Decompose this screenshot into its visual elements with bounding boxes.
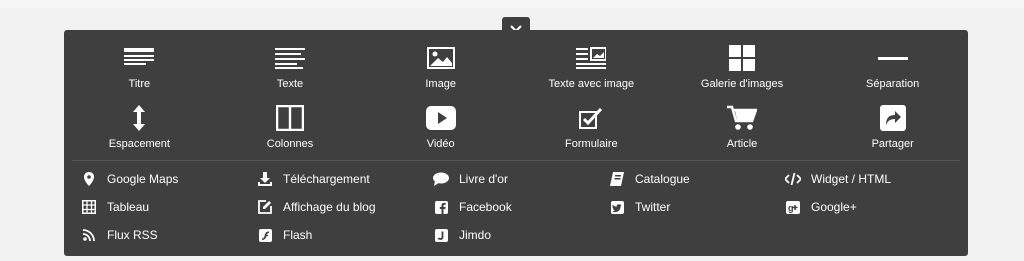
speech-bubble-icon bbox=[432, 171, 450, 187]
tile-partager[interactable]: Partager bbox=[817, 104, 968, 152]
map-pin-icon bbox=[80, 171, 98, 187]
twitter-icon bbox=[608, 199, 626, 215]
link-flash[interactable]: Flash bbox=[256, 226, 432, 244]
tile-titre[interactable]: Titre bbox=[64, 44, 215, 92]
link-affichage-blog[interactable]: Affichage du blog bbox=[256, 198, 432, 216]
tile-label: Image bbox=[425, 78, 456, 90]
link-telechargement[interactable]: Téléchargement bbox=[256, 170, 432, 188]
tile-label: Espacement bbox=[108, 138, 170, 150]
tile-label: Galerie d'images bbox=[700, 78, 784, 90]
spacing-icon bbox=[122, 104, 156, 132]
link-flux-rss[interactable]: Flux RSS bbox=[80, 226, 256, 244]
link-label: Catalogue bbox=[635, 172, 690, 186]
tile-video[interactable]: Vidéo bbox=[365, 104, 516, 152]
download-icon bbox=[256, 171, 274, 187]
link-label: Google+ bbox=[811, 200, 857, 214]
link-label: Widget / HTML bbox=[811, 172, 892, 186]
tile-label: Colonnes bbox=[266, 138, 314, 150]
link-label: Téléchargement bbox=[283, 172, 370, 186]
link-google-plus[interactable]: g Google+ bbox=[784, 198, 960, 216]
link-label: Tableau bbox=[107, 200, 150, 214]
tile-label: Formulaire bbox=[565, 138, 618, 150]
link-twitter[interactable]: Twitter bbox=[608, 198, 784, 216]
video-icon bbox=[424, 104, 458, 132]
link-label: Livre d'or bbox=[459, 172, 508, 186]
link-label: Flash bbox=[283, 228, 313, 242]
link-facebook[interactable]: Facebook bbox=[432, 198, 608, 216]
link-catalogue[interactable]: Catalogue bbox=[608, 170, 784, 188]
link-google-maps[interactable]: Google Maps bbox=[80, 170, 256, 188]
title-icon bbox=[122, 44, 156, 72]
tile-formulaire[interactable]: Formulaire bbox=[516, 104, 667, 152]
edit-icon bbox=[256, 199, 274, 215]
rss-icon bbox=[80, 227, 98, 243]
gallery-icon bbox=[725, 44, 759, 72]
link-label: Jimdo bbox=[459, 228, 492, 242]
tile-texte-avec-image[interactable]: Texte avec image bbox=[516, 44, 667, 92]
link-label: Facebook bbox=[459, 200, 512, 214]
share-icon bbox=[876, 104, 910, 132]
tile-galerie[interactable]: Galerie d'images bbox=[667, 44, 818, 92]
tile-label: Vidéo bbox=[426, 138, 455, 150]
section-divider bbox=[72, 160, 960, 161]
tile-colonnes[interactable]: Colonnes bbox=[215, 104, 366, 152]
google-plus-icon: g bbox=[784, 199, 802, 215]
code-icon bbox=[784, 171, 802, 187]
tile-label: Texte avec image bbox=[548, 78, 635, 90]
tile-label: Partager bbox=[871, 138, 914, 150]
link-widget-html[interactable]: Widget / HTML bbox=[784, 170, 960, 188]
link-label: Google Maps bbox=[107, 172, 179, 186]
link-label: Twitter bbox=[635, 200, 671, 214]
tile-espacement[interactable]: Espacement bbox=[64, 104, 215, 152]
link-label: Flux RSS bbox=[107, 228, 158, 242]
tile-image[interactable]: Image bbox=[365, 44, 516, 92]
flash-icon bbox=[256, 227, 274, 243]
tile-label: Séparation bbox=[866, 78, 920, 90]
tile-article[interactable]: Article bbox=[667, 104, 818, 152]
top-strip bbox=[0, 0, 1024, 8]
book-icon bbox=[608, 171, 626, 187]
table-icon bbox=[80, 199, 98, 215]
text-with-image-icon bbox=[574, 44, 608, 72]
widget-list: Google Maps Téléchargement Livre d'or Ca… bbox=[80, 170, 960, 244]
separator-icon bbox=[876, 44, 910, 72]
add-element-panel: Titre Texte Image Texte avec image Galer bbox=[64, 30, 968, 256]
tile-label: Article bbox=[726, 138, 758, 150]
text-icon bbox=[273, 44, 307, 72]
tile-label: Titre bbox=[128, 78, 151, 90]
columns-icon bbox=[273, 104, 307, 132]
element-grid: Titre Texte Image Texte avec image Galer bbox=[64, 44, 968, 152]
link-tableau[interactable]: Tableau bbox=[80, 198, 256, 216]
tile-separation[interactable]: Séparation bbox=[817, 44, 968, 92]
form-icon bbox=[574, 104, 608, 132]
cart-icon bbox=[725, 104, 759, 132]
tile-texte[interactable]: Texte bbox=[215, 44, 366, 92]
image-icon bbox=[424, 44, 458, 72]
facebook-icon bbox=[432, 199, 450, 215]
link-label: Affichage du blog bbox=[283, 200, 376, 214]
link-livre-dor[interactable]: Livre d'or bbox=[432, 170, 608, 188]
link-jimdo[interactable]: Jimdo bbox=[432, 226, 608, 244]
tile-label: Texte bbox=[276, 78, 304, 90]
jimdo-icon bbox=[432, 227, 450, 243]
